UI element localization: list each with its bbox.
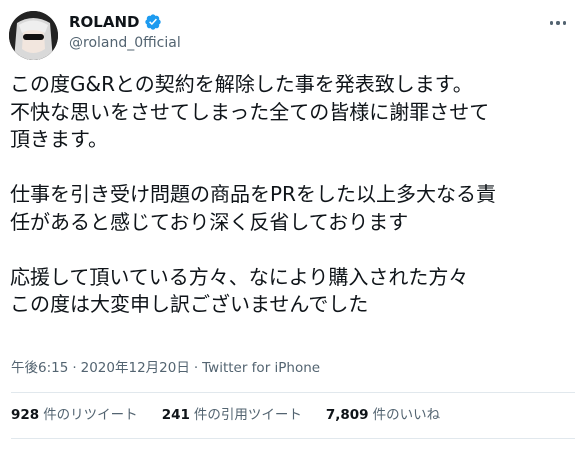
- divider: [11, 392, 575, 393]
- more-icon[interactable]: [546, 14, 570, 32]
- tweet-paragraph: 仕事を引き受け問題の商品をPRをした以上多大なる責 任があると感じており深く反省…: [10, 182, 496, 234]
- tweet-source[interactable]: Twitter for iPhone: [202, 359, 320, 377]
- engagement-stats: 928 件のリツイート 241 件の引用ツイート 7,809 件のいいね: [11, 406, 440, 424]
- quotes-stat[interactable]: 241 件の引用ツイート: [162, 406, 302, 424]
- tweet-paragraph: 応援して頂いている方々、なにより購入された方々 この度は大変申し訳ございませんで…: [10, 264, 469, 317]
- tweet: ROLAND @roland_0fficial この度G&Rとの契約を解除した事…: [0, 0, 587, 450]
- retweets-label: 件のリツイート: [43, 407, 138, 423]
- quotes-label: 件の引用ツイート: [193, 407, 302, 423]
- user-handle[interactable]: @roland_0fficial: [69, 34, 181, 52]
- display-name-text: ROLAND: [69, 13, 140, 31]
- likes-label: 件のいいね: [372, 407, 441, 423]
- tweet-paragraph: この度G&Rとの契約を解除した事を発表致します。 不快な思いをさせてしまった全て…: [10, 72, 490, 151]
- meta-separator: ·: [72, 360, 77, 376]
- display-name[interactable]: ROLAND: [69, 12, 162, 32]
- tweet-date[interactable]: 2020年12月20日: [81, 359, 190, 377]
- meta-separator: ·: [193, 360, 199, 376]
- avatar[interactable]: [9, 11, 58, 60]
- retweets-count: 928: [11, 407, 40, 423]
- divider: [11, 438, 575, 439]
- likes-count: 7,809: [325, 407, 369, 423]
- tweet-time[interactable]: 午後6:15: [11, 359, 68, 377]
- verified-badge-icon: [144, 13, 162, 31]
- tweet-metadata: 午後6:15 · 2020年12月20日 · Twitter for iPhon…: [11, 359, 320, 377]
- retweets-stat[interactable]: 928 件のリツイート: [11, 406, 138, 424]
- likes-stat[interactable]: 7,809 件のいいね: [326, 406, 440, 424]
- quotes-count: 241: [161, 407, 190, 423]
- tweet-text: この度G&Rとの契約を解除した事を発表致します。 不快な思いをさせてしまった全て…: [10, 71, 575, 319]
